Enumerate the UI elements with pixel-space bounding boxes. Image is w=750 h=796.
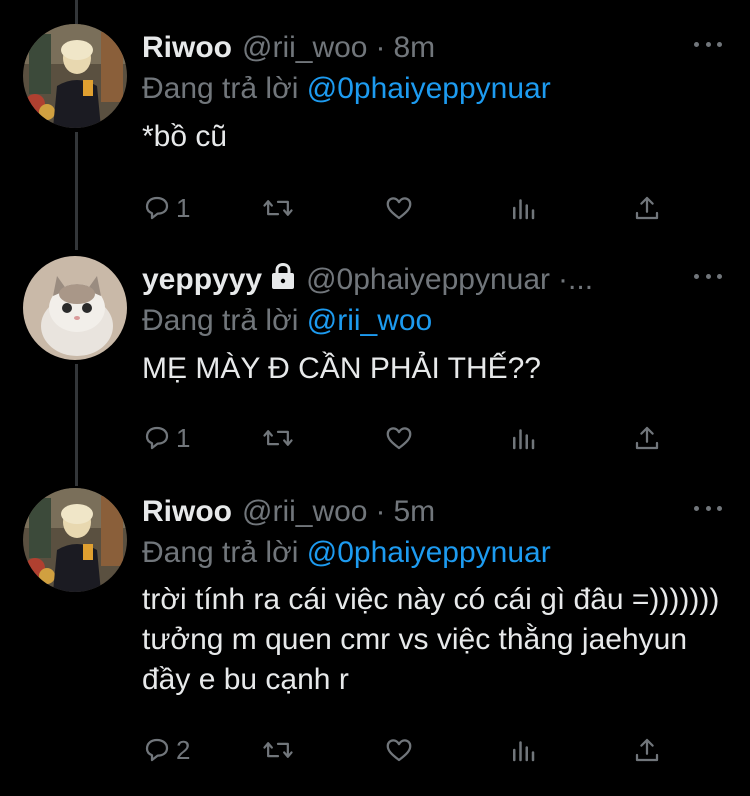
retweet-button[interactable]: [262, 190, 294, 226]
analytics-button[interactable]: [508, 190, 538, 226]
tweet-text: *bồ cũ: [142, 120, 228, 153]
separator: ·: [375, 495, 386, 528]
retweet-icon: [263, 742, 293, 758]
timestamp[interactable]: 8m: [394, 31, 436, 65]
user-handle[interactable]: @0phaiyeppynuar: [306, 263, 550, 297]
replying-to: Đang trả lời @0phaiyeppynuar: [142, 536, 551, 570]
share-icon: [635, 738, 659, 762]
replying-prefix: Đang trả lời: [142, 536, 299, 569]
tweet-header: Riwoo @rii_woo · 8m: [142, 30, 680, 66]
reply-icon: [145, 426, 169, 450]
reply-button[interactable]: 2: [142, 732, 190, 768]
more-icon[interactable]: [694, 502, 722, 514]
action-bar: 1: [142, 420, 672, 456]
reply-icon: [145, 196, 169, 220]
analytics-icon: [513, 741, 535, 762]
action-bar: 1: [142, 190, 672, 226]
analytics-button[interactable]: [508, 420, 538, 456]
replying-to: Đang trả lời @rii_woo: [142, 304, 432, 338]
share-icon: [635, 426, 659, 450]
reply-count: 2: [176, 734, 191, 765]
display-name[interactable]: Riwoo: [142, 495, 232, 529]
share-button[interactable]: [632, 732, 662, 768]
replying-prefix: Đang trả lời: [142, 304, 299, 337]
heart-icon: [386, 197, 412, 220]
reply-button[interactable]: 1: [142, 190, 190, 226]
replying-to: Đang trả lời @0phaiyeppynuar: [142, 72, 551, 106]
share-button[interactable]: [632, 420, 662, 456]
heart-icon: [386, 739, 412, 762]
reply-icon: [145, 738, 169, 762]
retweet-icon: [263, 200, 293, 216]
share-icon: [635, 196, 659, 220]
action-bar: 2: [142, 732, 672, 768]
user-handle[interactable]: @rii_woo: [242, 31, 368, 65]
retweet-button[interactable]: [262, 732, 294, 768]
like-button[interactable]: [384, 190, 414, 226]
avatar[interactable]: [23, 24, 127, 128]
heart-icon: [386, 427, 412, 450]
avatar[interactable]: [23, 488, 127, 592]
mention-link[interactable]: @0phaiyeppynuar: [307, 72, 551, 105]
display-name[interactable]: Riwoo: [142, 31, 232, 65]
tweet-text: MẸ MÀY Đ CẦN PHẢI THẾ??: [142, 352, 541, 385]
thread-line: [75, 0, 78, 24]
tweet-text: trời tính ra cái việc này có cái gì đâu …: [142, 583, 720, 696]
reply-count: 1: [176, 192, 191, 223]
replying-prefix: Đang trả lời: [142, 72, 299, 105]
tweet[interactable]: Riwoo @rii_woo · 8m Đang trả lời @0phaiy…: [0, 24, 750, 244]
mention-link[interactable]: @0phaiyeppynuar: [307, 536, 551, 569]
retweet-button[interactable]: [262, 420, 294, 456]
mention-link[interactable]: @rii_woo: [307, 304, 433, 337]
separator: ·: [375, 31, 386, 64]
more-icon[interactable]: [694, 270, 722, 282]
avatar[interactable]: [23, 256, 127, 360]
tweet[interactable]: Riwoo @rii_woo · 5m Đang trả lời @0phaiy…: [0, 488, 750, 788]
like-button[interactable]: [384, 732, 414, 768]
timestamp[interactable]: 5m: [394, 495, 436, 529]
tweet-header: Riwoo @rii_woo · 5m: [142, 494, 680, 530]
lock-icon: [270, 262, 296, 298]
analytics-icon: [513, 199, 535, 220]
tweet[interactable]: yeppyyy @0phaiyeppynuar ·... Đang trả lờ…: [0, 256, 750, 476]
more-icon[interactable]: [694, 38, 722, 50]
display-name[interactable]: yeppyyy: [142, 263, 262, 297]
reply-button[interactable]: 1: [142, 420, 190, 456]
like-button[interactable]: [384, 420, 414, 456]
retweet-icon: [263, 430, 293, 446]
user-handle[interactable]: @rii_woo: [242, 495, 368, 529]
reply-count: 1: [176, 422, 191, 453]
analytics-button[interactable]: [508, 732, 538, 768]
analytics-icon: [513, 429, 535, 450]
separator: ·...: [558, 263, 594, 296]
tweet-header: yeppyyy @0phaiyeppynuar ·...: [142, 262, 680, 298]
share-button[interactable]: [632, 190, 662, 226]
